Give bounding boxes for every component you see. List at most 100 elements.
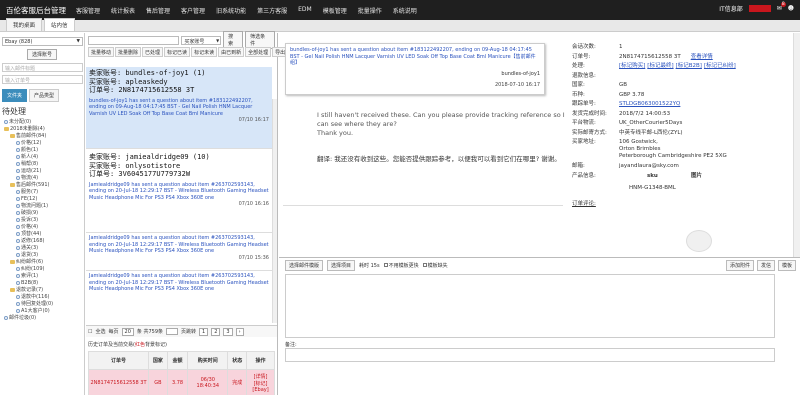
processed-button[interactable]: 已处理 xyxy=(142,47,164,57)
tree-node[interactable]: 售前邮件(84) xyxy=(2,133,82,140)
user-icon[interactable]: ☻ xyxy=(788,5,794,12)
page-3[interactable]: 3 xyxy=(223,327,233,336)
bell-icon[interactable]: ✉ 8 xyxy=(777,2,786,12)
tree-node[interactable]: 稍帮(8) xyxy=(2,161,82,168)
search-input[interactable] xyxy=(88,35,180,45)
tree-node[interactable]: 2018未删除(4) xyxy=(2,126,82,133)
page-jump-input[interactable] xyxy=(166,328,179,335)
menu-item-customers[interactable]: 客户管理 xyxy=(181,6,205,15)
fast-template-checkbox[interactable]: 不用模板更快 xyxy=(383,262,419,269)
subject-input[interactable]: 输入邮件标题 xyxy=(2,63,83,72)
menu-item-legacy[interactable]: 旧系统功能 xyxy=(216,6,246,15)
tree-node[interactable]: 破损(9) xyxy=(2,210,82,217)
mark-link[interactable]: [标记已纠纷] xyxy=(704,63,736,69)
menu-item-thirdparty[interactable]: 第三方客服 xyxy=(257,6,287,15)
mark-read-button[interactable]: 标记已读 xyxy=(164,47,191,57)
scrollbar[interactable] xyxy=(272,99,277,323)
tab-folder[interactable]: 文件夹 xyxy=(2,89,28,102)
send-button[interactable]: 发信 xyxy=(756,260,775,271)
tree-node[interactable]: 未分配(0) xyxy=(2,119,82,126)
tree-node[interactable]: 退货(3) xyxy=(2,252,82,259)
tree-node[interactable]: 物流问题(1) xyxy=(2,203,82,210)
tree-node[interactable]: 物流(4) xyxy=(2,175,82,182)
menu-item-docs[interactable]: 系统说明 xyxy=(393,6,417,15)
page-jump-label: 页跳转 xyxy=(181,329,197,335)
cell-time: 06/30 18:40:34 xyxy=(187,369,229,395)
tree-node[interactable]: 待回复处理(0) xyxy=(2,301,82,308)
tree-node[interactable]: 新人(4) xyxy=(2,154,82,161)
reply-textarea[interactable] xyxy=(285,274,775,338)
info-link[interactable]: STLDGB063001522YQ xyxy=(619,101,680,107)
page-2[interactable]: 2 xyxy=(211,327,221,336)
col-order: 订单号 xyxy=(88,351,149,370)
tree-node[interactable]: 退款中(116) xyxy=(2,294,82,301)
chevron-down-icon: ▼ xyxy=(216,37,220,43)
attach-button[interactable]: 添加附件 xyxy=(725,260,754,271)
next-page-icon[interactable]: › xyxy=(235,327,244,336)
tree-node[interactable]: 纠纷邮件(6) xyxy=(2,259,82,266)
tab-desktop[interactable]: 我的桌面 xyxy=(6,18,43,31)
select-all-checkbox[interactable]: ☐ xyxy=(88,329,92,335)
select-account-button[interactable]: 选择账号 xyxy=(26,49,57,60)
tree-node[interactable]: 返修(168) xyxy=(2,238,82,245)
mark-link[interactable]: [标记购买] xyxy=(619,63,645,69)
select-item-button[interactable]: 选择项目 xyxy=(327,259,356,271)
menu-item-kefu[interactable]: 客服管理 xyxy=(76,6,100,15)
tree-node[interactable]: 退款记录(7) xyxy=(2,287,82,294)
tree-node[interactable]: 价格(12) xyxy=(2,140,82,147)
tab-product-type[interactable]: 产品类型 xyxy=(29,89,60,102)
product-image[interactable] xyxy=(686,230,712,252)
process-all-button[interactable]: 全部处理 xyxy=(245,47,272,57)
message-item[interactable]: 卖家账号: bundles-of-joy1 (1) 买家账号: apleaske… xyxy=(86,67,272,149)
scrollbar[interactable] xyxy=(793,33,800,257)
menu-item-batch[interactable]: 批量操作 xyxy=(358,6,382,15)
message-item[interactable]: Jamiealdridge09 has sent a question abou… xyxy=(86,271,272,303)
template-button[interactable]: 模板 xyxy=(777,260,796,271)
tree-node[interactable]: 运动(21) xyxy=(2,168,82,175)
tree-node[interactable]: 颜色(1) xyxy=(2,147,82,154)
tree-node[interactable]: A1大客户(0) xyxy=(2,308,82,315)
batch-delete-button[interactable]: 批量删除 xyxy=(115,47,142,57)
tree-node[interactable]: 服务(7) xyxy=(2,189,82,196)
divider xyxy=(283,205,563,206)
page-1[interactable]: 1 xyxy=(199,327,209,336)
tab-inbox[interactable]: 站内信 xyxy=(44,18,75,31)
tree-node[interactable]: FE(12) xyxy=(2,196,82,203)
menu-item-edm[interactable]: EDM xyxy=(298,6,312,15)
tree-node[interactable]: 通关(3) xyxy=(2,245,82,252)
missing-template-checkbox[interactable]: 模板缺失 xyxy=(422,262,448,269)
select-template-button[interactable]: 选择邮件模版 xyxy=(285,259,324,271)
cell-actions[interactable]: [详情] [标记] [Ebay] xyxy=(246,369,275,395)
tree-node[interactable]: 纠纷(109) xyxy=(2,266,82,273)
note-input[interactable] xyxy=(285,348,775,362)
mark-unread-button[interactable]: 标记未读 xyxy=(191,47,218,57)
message-item[interactable]: 卖家账号: jamiealdridge09 (10) 买家账号: onlysot… xyxy=(86,151,272,233)
tree-node[interactable]: 索评(1) xyxy=(2,273,82,280)
mark-link[interactable]: [标记B2B] xyxy=(676,63,702,69)
tree-node[interactable]: 投诉(3) xyxy=(2,217,82,224)
account-type-select[interactable]: 买家账号 ▼ xyxy=(181,35,222,45)
tree-node[interactable]: 价格(4) xyxy=(2,224,82,231)
sort-button[interactable]: 由已到新 xyxy=(218,47,245,57)
menu-item-reports[interactable]: 统计报表 xyxy=(111,6,135,15)
batch-move-button[interactable]: 批量移动 xyxy=(88,47,115,57)
per-page-select[interactable]: 20 xyxy=(121,327,134,336)
tree-node-label: A1大客户(0) xyxy=(21,308,50,314)
table-row[interactable]: 2N8174715612558 3T GB 3.78 06/30 18:40:3… xyxy=(88,369,275,395)
message-item[interactable]: Jamiealdridge09 has sent a question abou… xyxy=(86,233,272,271)
info-link[interactable]: 查看详情 xyxy=(691,54,713,60)
tree-node[interactable]: 售后邮件(591) xyxy=(2,182,82,189)
tree-node[interactable]: 邮件垃圾(0) xyxy=(2,315,82,322)
menu-item-aftersales[interactable]: 售后管理 xyxy=(146,6,170,15)
order-input[interactable]: 输入订单号 xyxy=(2,75,83,84)
tree-node-label: B2B(8) xyxy=(21,280,39,286)
mark-link[interactable]: [标记最终] xyxy=(647,63,673,69)
user-name[interactable]: IT信息部 xyxy=(719,4,742,13)
menu-item-templates[interactable]: 模板管理 xyxy=(323,6,347,15)
tree-node[interactable]: B2B(8) xyxy=(2,280,82,287)
circle-icon xyxy=(16,189,20,194)
tree-node[interactable]: 顶替(44) xyxy=(2,231,82,238)
user-dropdown[interactable] xyxy=(748,5,771,12)
tree-node-label: 纠纷(109) xyxy=(21,266,45,272)
account-select[interactable]: Ebay (828) ▼ xyxy=(2,37,83,46)
